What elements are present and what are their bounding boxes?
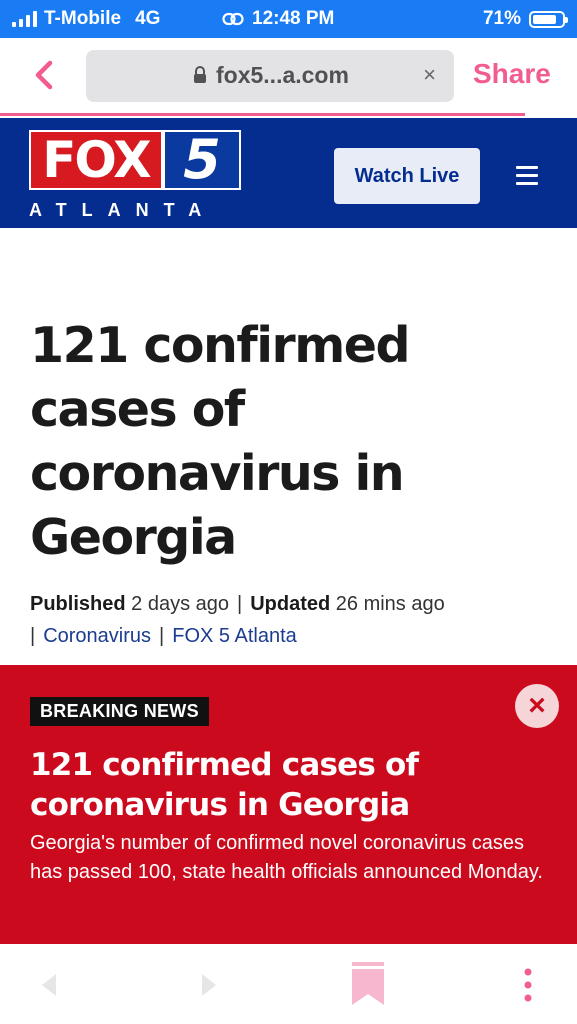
clock: 12:48 PM: [252, 8, 335, 29]
link-icon: [222, 12, 244, 26]
published-value: 2 days ago: [131, 593, 229, 615]
clear-url-button[interactable]: ×: [423, 62, 436, 88]
battery-percent: 71%: [482, 8, 521, 29]
meta-divider: |: [30, 625, 36, 647]
chevron-left-icon: [35, 60, 53, 90]
triangle-right-icon: [202, 974, 216, 996]
fox5-atlanta-logo[interactable]: FOX 5 ATLANTA: [29, 130, 243, 220]
meta-divider: |: [159, 625, 165, 647]
logo-five-text: 5: [163, 130, 241, 190]
bookmark-icon: [352, 962, 384, 1005]
more-vertical-icon: [524, 968, 532, 1002]
url-field[interactable]: fox5...a.com ×: [86, 50, 454, 102]
nav-forward-button[interactable]: [200, 972, 218, 1003]
bookmarks-button[interactable]: [352, 962, 384, 1011]
breaking-news-summary: Georgia's number of confirmed novel coro…: [30, 832, 543, 883]
logo-city-text: ATLANTA: [29, 200, 217, 220]
updated-label: Updated: [250, 593, 331, 615]
share-button[interactable]: Share: [473, 58, 551, 90]
logo-fox-text: FOX: [29, 130, 163, 190]
watch-live-button[interactable]: Watch Live: [334, 148, 480, 204]
lock-icon: [194, 66, 206, 83]
article-meta: Published 2 days ago | Updated 26 mins ago…: [30, 588, 560, 652]
network-type: 4G: [135, 8, 161, 29]
more-options-button[interactable]: [522, 968, 534, 1007]
published-label: Published: [30, 593, 126, 615]
breaking-news-banner[interactable]: BREAKING NEWS × 121 confirmed cases of c…: [0, 665, 577, 944]
browser-bar: fox5...a.com × Share: [0, 38, 577, 118]
hamburger-menu-icon[interactable]: [516, 166, 538, 185]
close-icon: ×: [528, 689, 546, 722]
article-headline: 121 confirmed cases of coronavirus in Ge…: [30, 317, 411, 566]
nav-back-button[interactable]: [40, 972, 58, 1003]
signal-icon: [12, 11, 37, 27]
updated-value: 26 mins ago: [335, 593, 445, 615]
battery-icon: [529, 10, 568, 28]
site-header: FOX 5 ATLANTA Watch Live: [0, 118, 577, 228]
meta-divider: |: [237, 593, 243, 615]
breaking-news-badge: BREAKING NEWS: [30, 697, 209, 726]
triangle-left-icon: [42, 974, 56, 996]
tag-link-fox5-atlanta[interactable]: FOX 5 Atlanta: [172, 625, 297, 647]
back-button[interactable]: [34, 60, 54, 96]
tag-link-coronavirus[interactable]: Coronavirus: [43, 625, 151, 647]
close-banner-button[interactable]: ×: [515, 684, 559, 728]
url-text: fox5...a.com: [216, 62, 349, 88]
browser-toolbar: [0, 944, 577, 1024]
page-load-progress-bar: [0, 113, 525, 116]
breaking-news-title[interactable]: 121 confirmed cases of coronavirus in Ge…: [30, 745, 550, 825]
status-bar: T-Mobile 4G 12:48 PM 71%: [0, 0, 577, 38]
carrier-name: T-Mobile: [44, 8, 122, 29]
